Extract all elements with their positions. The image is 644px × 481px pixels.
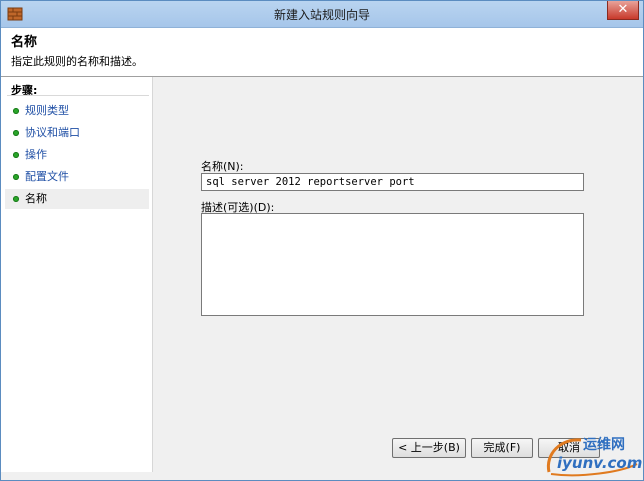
step-label: 规则类型 [25,104,69,117]
step-profile[interactable]: 配置文件 [5,167,149,187]
step-status-icon [13,152,19,158]
wizard-window: 新建入站规则向导 ✕ 名称 指定此规则的名称和描述。 步骤: 规则类型 协议和端… [0,0,644,481]
page-title: 名称 [11,35,38,50]
close-icon: ✕ [617,2,629,17]
step-name[interactable]: 名称 [5,189,149,209]
watermark-bottom-text: iyunv.com [557,454,643,472]
finish-button[interactable]: 完成(F) [471,438,533,458]
step-action[interactable]: 操作 [5,145,149,165]
steps-divider [7,95,149,96]
step-status-icon [13,108,19,114]
page-subtitle: 指定此规则的名称和描述。 [11,55,143,68]
step-label: 配置文件 [25,170,69,183]
watermark-top-text: 运维网 [583,437,625,453]
name-label: 名称(N): [201,160,244,173]
steps-panel: 步骤: 规则类型 协议和端口 操作 配置文件 名称 [1,77,153,472]
title-bar: 新建入站规则向导 ✕ [1,1,643,28]
step-status-icon [13,196,19,202]
description-textarea[interactable] [201,213,584,316]
close-button[interactable]: ✕ [607,1,639,20]
step-label: 协议和端口 [25,126,80,139]
wizard-content: 名称(N): sql server 2012 reportserver port… [153,77,643,472]
wizard-header: 名称 指定此规则的名称和描述。 [1,28,643,77]
step-status-icon [13,174,19,180]
step-rule-type[interactable]: 规则类型 [5,101,149,121]
step-status-icon [13,130,19,136]
window-title: 新建入站规则向导 [273,8,370,22]
step-protocol-ports[interactable]: 协议和端口 [5,123,149,143]
back-button[interactable]: < 上一步(B) [392,438,466,458]
step-label: 操作 [25,148,47,161]
name-input[interactable]: sql server 2012 reportserver port [201,173,584,191]
step-label: 名称 [25,192,47,205]
site-watermark: 运维网 iyunv.com [541,434,643,478]
